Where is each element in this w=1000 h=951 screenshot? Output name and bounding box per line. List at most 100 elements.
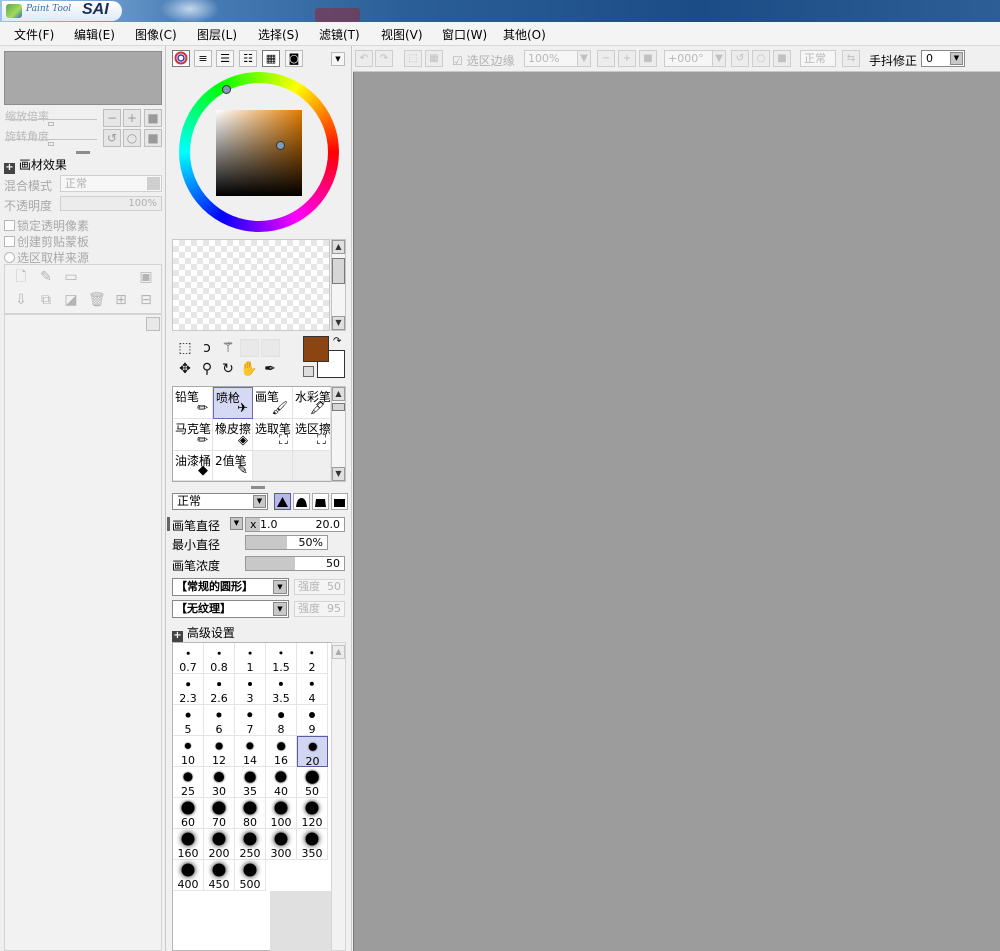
edge-medium-button[interactable] bbox=[293, 493, 310, 510]
brush-size-cell[interactable]: 14 bbox=[235, 736, 266, 767]
brush-size-cell[interactable]: 2.3 bbox=[173, 674, 204, 705]
navigator-preview[interactable] bbox=[4, 51, 162, 105]
blend-select[interactable]: 正常 bbox=[800, 50, 836, 67]
advanced-settings-header[interactable]: + 高级设置 bbox=[172, 624, 235, 642]
brush-size-cell[interactable]: 400 bbox=[173, 860, 204, 891]
brush-texture-combo[interactable]: 【无纹理】 ▼ bbox=[172, 600, 289, 618]
texture-strength-field[interactable]: 强度 95 bbox=[294, 601, 345, 617]
brush-size-cell[interactable]: 120 bbox=[297, 798, 328, 829]
size-range-dropdown[interactable]: ▼ bbox=[230, 517, 243, 530]
min-size-field[interactable]: 50% bbox=[245, 535, 328, 550]
rotate-ccw-icon[interactable]: ↺ bbox=[731, 50, 749, 67]
chevron-down-icon[interactable]: ▼ bbox=[577, 50, 591, 67]
scroll-up-icon[interactable]: ▲ bbox=[332, 645, 345, 659]
brush-size-cell[interactable]: 80 bbox=[235, 798, 266, 829]
brush-size-cell[interactable]: 25 bbox=[173, 767, 204, 798]
menu-filter[interactable]: 滤镜(T) bbox=[319, 26, 360, 43]
lasso-icon[interactable]: ↄ bbox=[198, 339, 216, 357]
menu-edit[interactable]: 编辑(E) bbox=[74, 26, 115, 43]
menu-other[interactable]: 其他(O) bbox=[503, 26, 546, 43]
zoom-out-button[interactable]: − bbox=[103, 109, 121, 127]
redo-icon[interactable]: ↷ bbox=[375, 50, 393, 67]
canvas-area[interactable] bbox=[353, 72, 1000, 951]
brush-size-cell[interactable]: 60 bbox=[173, 798, 204, 829]
edge-flat-button[interactable] bbox=[331, 493, 348, 510]
zoom-slider-knob[interactable] bbox=[48, 122, 54, 126]
zoom-in-icon[interactable]: + bbox=[618, 50, 636, 67]
brush-bucket[interactable]: 油漆桶 ◆ bbox=[173, 451, 213, 481]
size-scrollbar[interactable]: ▲ bbox=[331, 642, 346, 951]
blend-mode-select[interactable]: 正常 bbox=[60, 175, 162, 192]
clip-mask-checkbox[interactable]: 创建剪贴蒙板 bbox=[4, 233, 89, 250]
zoom-in-button[interactable]: + bbox=[123, 109, 141, 127]
menu-select[interactable]: 选择(S) bbox=[258, 26, 299, 43]
brush-size-cell[interactable]: 12 bbox=[204, 736, 235, 767]
brush-size-cell[interactable]: 160 bbox=[173, 829, 204, 860]
deselect-icon[interactable]: ⬚ bbox=[404, 50, 422, 67]
stabilizer-select[interactable]: 0 ▼ bbox=[921, 50, 965, 67]
chevron-down-icon[interactable]: ▼ bbox=[712, 50, 726, 67]
brush-size-cell[interactable]: 100 bbox=[266, 798, 297, 829]
brush-size-cell[interactable]: 7 bbox=[235, 705, 266, 736]
new-folder-icon[interactable]: ▭ bbox=[63, 269, 79, 285]
brush-mode-select[interactable]: 正常 ▼ bbox=[172, 493, 268, 510]
brush-watercolor[interactable]: 水彩笔 🖋 bbox=[293, 387, 331, 419]
brush-size-cell[interactable]: 2 bbox=[297, 643, 328, 674]
brush-size-cell[interactable]: 1 bbox=[235, 643, 266, 674]
rotate-left-button[interactable]: ↺ bbox=[103, 129, 121, 147]
move-icon[interactable]: ✥ bbox=[176, 360, 194, 378]
undo-icon[interactable]: ↶ bbox=[355, 50, 373, 67]
brush-size-cell[interactable]: 350 bbox=[297, 829, 328, 860]
brush-size-cell[interactable]: 3.5 bbox=[266, 674, 297, 705]
zoom-icon[interactable]: ⚲ bbox=[198, 360, 216, 378]
brush-size-cell[interactable]: 1.5 bbox=[266, 643, 297, 674]
brush-brush[interactable]: 画笔 🖌 bbox=[253, 387, 293, 419]
rotate-cw-icon[interactable]: ■ bbox=[773, 50, 791, 67]
zoom-fit-icon[interactable]: ■ bbox=[639, 50, 657, 67]
rotate-slider[interactable] bbox=[5, 139, 97, 140]
swatch-scrollbar[interactable]: ▲ ▼ bbox=[331, 239, 346, 331]
rect-select-icon[interactable]: ⬚ bbox=[176, 339, 194, 357]
brush-shape-combo[interactable]: 【常规的圆形】 ▼ bbox=[172, 578, 289, 596]
reset-colors-icon[interactable] bbox=[303, 366, 314, 377]
expand-icon[interactable]: + bbox=[4, 163, 15, 174]
layer-scroll-up-button[interactable] bbox=[146, 317, 160, 331]
rotate-slider-knob[interactable] bbox=[48, 142, 54, 146]
zoom-reset-button[interactable]: ■ bbox=[144, 109, 162, 127]
checkbox-icon[interactable] bbox=[4, 220, 15, 231]
brush-size-cell[interactable]: 500 bbox=[235, 860, 266, 891]
duplicate-layer-icon[interactable]: ⧉ bbox=[38, 292, 54, 308]
shape-strength-field[interactable]: 强度 50 bbox=[294, 579, 345, 595]
hue-marker[interactable] bbox=[222, 85, 231, 94]
menu-image[interactable]: 图像(C) bbox=[135, 26, 177, 43]
color-wheel-tab-icon[interactable] bbox=[172, 50, 190, 67]
brush-select-pen[interactable]: 选取笔 ⛶ bbox=[253, 419, 293, 451]
rotate-icon[interactable]: ↻ bbox=[219, 360, 237, 378]
brush-size-cell[interactable]: 5 bbox=[173, 705, 204, 736]
hand-icon[interactable]: ✋ bbox=[240, 360, 258, 378]
flip-horizontal-icon[interactable]: ⇆ bbox=[842, 50, 860, 67]
selection-edge-checkbox[interactable]: ☑ 选区边缘 bbox=[452, 52, 515, 69]
rgb-slider-tab-icon[interactable]: ≡ bbox=[194, 50, 212, 67]
swap-colors-icon[interactable]: ↷ bbox=[333, 336, 341, 347]
brush-scrollbar[interactable]: ▲ ▼ bbox=[331, 386, 346, 482]
brush-size-cell[interactable]: 0.8 bbox=[204, 643, 235, 674]
brush-size-cell[interactable]: 250 bbox=[235, 829, 266, 860]
edge-hard-button[interactable] bbox=[274, 493, 291, 510]
zoom-out-icon[interactable]: − bbox=[597, 50, 615, 67]
swatch-tab-icon[interactable]: ▦ bbox=[262, 50, 280, 67]
brush-marker[interactable]: 马克笔 ✏ bbox=[173, 419, 213, 451]
new-layer-icon[interactable]: 🗋 bbox=[13, 269, 29, 285]
scroll-thumb[interactable] bbox=[332, 403, 345, 411]
merge-visible-icon[interactable]: ⊟ bbox=[138, 292, 154, 308]
lock-alpha-checkbox[interactable]: 锁定透明像素 bbox=[4, 217, 89, 234]
scroll-down-icon[interactable]: ▼ bbox=[332, 316, 345, 330]
clear-layer-icon[interactable]: ◪ bbox=[63, 292, 79, 308]
brush-size-cell[interactable]: 450 bbox=[204, 860, 235, 891]
brush-binary-pen[interactable]: 2值笔 ✎ bbox=[213, 451, 253, 481]
density-field[interactable]: 50 bbox=[245, 556, 345, 571]
brush-size-cell[interactable]: 0.7 bbox=[173, 643, 204, 674]
radio-icon[interactable] bbox=[4, 252, 15, 263]
layer-list[interactable] bbox=[4, 314, 162, 951]
brush-size-cell[interactable]: 300 bbox=[266, 829, 297, 860]
